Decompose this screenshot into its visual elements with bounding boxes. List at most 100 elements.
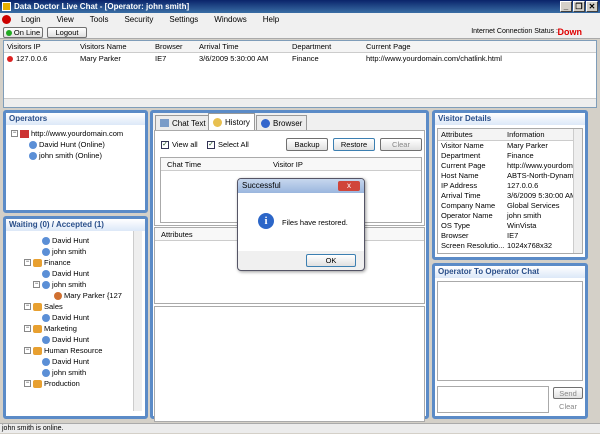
select-all-checkbox[interactable]: ✓ Select All (207, 140, 249, 149)
tree-item[interactable]: David Hunt (24, 334, 145, 345)
app-icon (2, 2, 11, 11)
group-icon (33, 379, 42, 388)
success-dialog: Successful x i Files have restored. OK (237, 178, 365, 271)
tree-group-production[interactable]: − Production (24, 378, 145, 389)
operator-chat-input[interactable] (437, 386, 549, 413)
menu-security[interactable]: Security (116, 15, 161, 24)
waiting-panel: Waiting (0) / Accepted (1) David Hunt jo… (3, 216, 148, 419)
col-arrival-time[interactable]: Arrival Time (196, 41, 289, 52)
tree-group-finance[interactable]: − Finance (24, 257, 145, 268)
menu-view[interactable]: View (49, 15, 82, 24)
operator-item[interactable]: john smith (Online) (11, 150, 145, 161)
operators-root[interactable]: − http://www.yourdomain.com (11, 128, 145, 139)
person-icon (42, 335, 50, 344)
col-current-page[interactable]: Current Page (363, 41, 596, 52)
visitors-hscrollbar[interactable] (4, 98, 596, 107)
logout-button[interactable]: Logout (47, 27, 87, 38)
menu-windows[interactable]: Windows (206, 15, 254, 24)
visitor-details-rows: Visitor Name Mary Parker Department Finance… (438, 141, 582, 251)
tree-group-marketing[interactable]: − Marketing (24, 323, 145, 334)
dialog-close-button[interactable]: x (338, 181, 360, 191)
view-all-checkbox[interactable]: ✓ View all (161, 140, 198, 149)
col-chat-time[interactable]: Chat Time (161, 158, 267, 170)
operator-item[interactable]: David Hunt (Online) (11, 139, 145, 150)
restore-button[interactable]: Restore (333, 138, 375, 151)
tree-item[interactable]: David Hunt (24, 235, 145, 246)
backup-button[interactable]: Backup (286, 138, 328, 151)
detail-row[interactable]: Host Name ABTS-North-Dynami (438, 171, 582, 181)
minimize-button[interactable]: _ (560, 1, 572, 12)
restore-button[interactable]: ❐ (573, 1, 585, 12)
detail-row[interactable]: Current Page http://www.yourdoma (438, 161, 582, 171)
detail-key: Operator Name (441, 211, 493, 220)
detail-row[interactable]: Browser IE7 (438, 231, 582, 241)
cell-name: Mary Parker (80, 54, 121, 63)
tree-item[interactable]: − john smith (24, 279, 145, 290)
tab-chat-text[interactable]: Chat Text (155, 115, 211, 130)
detail-row[interactable]: Department Finance (438, 151, 582, 161)
clear-button[interactable]: Clear (380, 138, 422, 151)
send-button[interactable]: Send (553, 387, 583, 399)
detail-value: WinVista (507, 221, 537, 230)
detail-row[interactable]: Visitor Name Mary Parker (438, 141, 582, 151)
col-department[interactable]: Department (289, 41, 363, 52)
detail-row[interactable]: OS Type WinVista (438, 221, 582, 231)
domain-icon (20, 129, 29, 138)
operator-chat-log[interactable] (437, 281, 583, 381)
detail-row[interactable]: Operator Name john smith (438, 211, 582, 221)
detail-key: OS Type (441, 221, 471, 230)
menu-settings[interactable]: Settings (161, 15, 206, 24)
cell-department: Finance (292, 54, 319, 63)
cell-arrival: 3/6/2009 5:30:00 AM (199, 54, 269, 63)
tree-item[interactable]: David Hunt (24, 268, 145, 279)
person-icon (42, 269, 50, 278)
detail-key: IP Address (441, 181, 478, 190)
person-icon (42, 313, 50, 322)
detail-row[interactable]: IP Address 127.0.0.6 (438, 181, 582, 191)
tree-group-sales[interactable]: − Sales (24, 301, 145, 312)
ok-button[interactable]: OK (306, 254, 356, 267)
chat-history-text[interactable] (154, 306, 425, 422)
col-attributes[interactable]: Attributes (438, 129, 504, 140)
col-visitors-name[interactable]: Visitors Name (77, 41, 152, 52)
menu-tools[interactable]: Tools (82, 15, 117, 24)
col-browser[interactable]: Browser (152, 41, 196, 52)
detail-row[interactable]: Screen Resolutio... 1024x768x32 (438, 241, 582, 251)
window-title: Data Doctor Live Chat - [Operator: john … (14, 2, 190, 11)
tree-item[interactable]: john smith (24, 367, 145, 378)
tab-history[interactable]: History (208, 113, 255, 130)
col-visitors-ip[interactable]: Visitors IP (4, 41, 77, 52)
tree-item[interactable]: David Hunt (24, 356, 145, 367)
detail-key: Current Page (441, 161, 486, 170)
online-status-icon (5, 29, 12, 36)
group-icon (33, 258, 42, 267)
menu-login[interactable]: Login (13, 15, 49, 24)
tree-item[interactable]: john smith (24, 246, 145, 257)
detail-value: Global Services (507, 201, 560, 210)
detail-value: Mary Parker (507, 141, 548, 150)
detail-row[interactable]: Company Name Global Services (438, 201, 582, 211)
tree-group-human-resource[interactable]: − Human Resource (24, 345, 145, 356)
waiting-scrollbar[interactable] (133, 231, 142, 411)
details-scrollbar[interactable] (573, 129, 582, 253)
close-button[interactable]: ✕ (586, 1, 598, 12)
chat-clear-button[interactable]: Clear (553, 402, 583, 414)
visitors-table[interactable]: Visitors IP Visitors Name Browser Arriva… (3, 40, 597, 108)
table-row[interactable]: 127.0.0.6 Mary Parker IE7 3/6/2009 5:30:… (4, 53, 596, 65)
menu-help[interactable]: Help (255, 15, 287, 24)
app-menu-icon[interactable] (2, 15, 11, 24)
tab-browser[interactable]: Browser (256, 115, 308, 130)
cell-ip: 127.0.0.6 (16, 54, 48, 63)
waiting-title: Waiting (0) / Accepted (1) (6, 219, 145, 231)
col-attributes[interactable]: Attributes (155, 228, 193, 240)
tree-visitor-item[interactable]: Mary Parker {127 (24, 290, 145, 301)
title-bar: Data Doctor Live Chat - [Operator: john … (0, 0, 600, 13)
cell-current-page: http://www.yourdomain.com/chatlink.html (366, 54, 502, 63)
col-information[interactable]: Information (504, 129, 582, 140)
detail-row[interactable]: Arrival Time 3/6/2009 5:30:00 AM (438, 191, 582, 201)
operator-chat-panel: Operator To Operator Chat Send Clear (432, 263, 588, 419)
online-button[interactable]: On Line (3, 27, 43, 38)
tree-item[interactable]: David Hunt (24, 312, 145, 323)
toolbar: On Line Logout Internet Connection Statu… (0, 26, 600, 39)
col-visitor-ip[interactable]: Visitor IP (267, 158, 303, 170)
